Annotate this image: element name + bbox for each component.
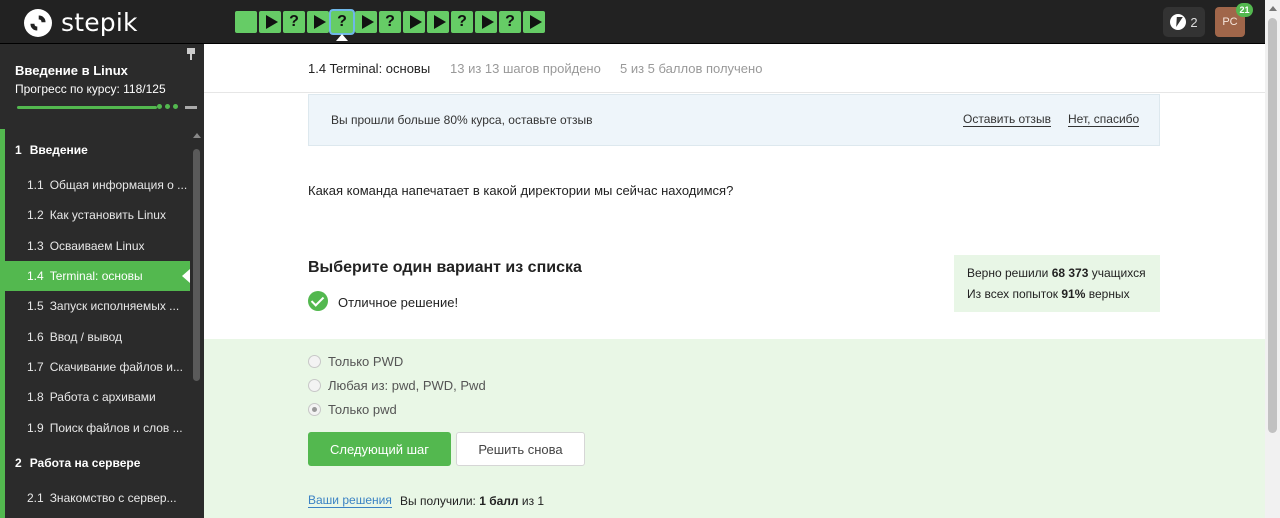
sidebar-lesson-item[interactable]: 1.9 Поиск файлов и слов ... <box>5 412 190 442</box>
lesson-score: 5 из 5 баллов получено <box>620 61 763 76</box>
sidebar-section-title[interactable]: 1 Введение <box>5 129 190 170</box>
step-video-icon[interactable] <box>475 11 497 33</box>
step-video-icon[interactable] <box>355 11 377 33</box>
progress-dots <box>157 104 181 109</box>
step-quiz-icon[interactable]: ? <box>451 11 473 33</box>
sidebar-lesson-item[interactable]: 1.2 Как установить Linux <box>5 200 190 230</box>
sidebar-lesson-item[interactable]: 1.7 Скачивание файлов и... <box>5 352 190 382</box>
pin-icon[interactable] <box>187 48 195 60</box>
progress-remaining <box>185 106 197 109</box>
scroll-up-arrow-icon[interactable] <box>1269 6 1277 11</box>
score-result: Вы получили: 1 балл из 1 <box>400 494 545 508</box>
quiz-stats: Верно решили 68 373 учащихся Из всех поп… <box>954 255 1160 312</box>
radio-button[interactable] <box>308 379 321 392</box>
check-icon <box>308 291 328 311</box>
main-content: 1.4 Terminal: основы 13 из 13 шагов прой… <box>204 44 1265 518</box>
step-video-icon[interactable] <box>523 11 545 33</box>
course-header: Введение в Linux Прогресс по курсу: 118/… <box>5 44 204 129</box>
next-step-button[interactable]: Следующий шаг <box>308 432 451 466</box>
sidebar-section-title[interactable]: 2 Работа на сервере <box>5 443 190 483</box>
radio-button[interactable] <box>308 355 321 368</box>
sidebar-lesson-item[interactable]: 1.3 Осваиваем Linux <box>5 231 190 261</box>
streak-count: 2 <box>1190 14 1198 30</box>
answers-panel: Только PWD Любая из: pwd, PWD, Pwd Тольк… <box>204 339 1265 518</box>
lesson-title: 1.4 Terminal: основы <box>308 61 431 76</box>
streak-button[interactable]: 2 <box>1163 7 1205 37</box>
radio-button-checked[interactable] <box>308 403 321 416</box>
option-only-upper-pwd[interactable]: Только PWD <box>308 354 403 369</box>
lesson-steps-progress: 13 из 13 шагов пройдено <box>450 61 601 76</box>
step-quiz-icon[interactable]: ? <box>283 11 305 33</box>
sidebar-lesson-item[interactable]: 1.8 Работа с архивами <box>5 382 190 412</box>
sidebar-scroll-thumb[interactable] <box>193 149 200 381</box>
option-any-pwd[interactable]: Любая из: pwd, PWD, Pwd <box>308 378 486 393</box>
page-scrollbar[interactable] <box>1265 0 1280 518</box>
sidebar-lesson-item[interactable]: 1.5 Запуск исполняемых ... <box>5 291 190 321</box>
sidebar-lesson-item[interactable]: 1.6 Ввод / вывод <box>5 321 190 351</box>
quiz-title: Выберите один вариант из списка <box>308 259 582 276</box>
attempts-stat: Из всех попыток 91% верных <box>967 287 1130 301</box>
lightning-icon <box>1170 14 1187 30</box>
step-navigation: ????? <box>235 9 547 41</box>
step-quiz-icon[interactable]: ? <box>379 11 401 33</box>
course-title[interactable]: Введение в Linux <box>15 63 128 78</box>
your-solutions-link[interactable]: Ваши решения <box>308 494 392 508</box>
question-text: Какая команда напечатает в какой директо… <box>308 183 734 198</box>
step-video-icon[interactable] <box>403 11 425 33</box>
lesson-list: 1 Введение 1.1 Общая информация о ... 1.2 Как… <box>5 129 190 513</box>
leave-review-link[interactable]: Оставить отзыв <box>963 113 1051 127</box>
sidebar-lesson-item[interactable]: 2.1 Знакомство с сервер... <box>5 483 190 513</box>
stepik-logo[interactable]: stepik <box>24 8 138 37</box>
solved-stat: Верно решили 68 373 учащихся <box>967 266 1146 280</box>
top-bar: stepik ????? 2 РС 21 <box>0 0 1280 44</box>
scroll-up-arrow-icon[interactable] <box>193 133 201 138</box>
notification-badge: 21 <box>1236 3 1253 17</box>
step-video-icon[interactable] <box>259 11 281 33</box>
sidebar-scrollbar[interactable] <box>192 133 201 383</box>
step-quiz-icon[interactable]: ? <box>499 11 521 33</box>
course-progress-bar <box>17 106 157 109</box>
step-text-icon[interactable] <box>235 11 257 33</box>
feedback-banner: Вы прошли больше 80% курса, оставьте отз… <box>308 94 1160 146</box>
option-only-lower-pwd[interactable]: Только pwd <box>308 402 397 417</box>
stepik-logo-icon <box>24 8 52 37</box>
course-sidebar: Введение в Linux Прогресс по курсу: 118/… <box>0 44 204 518</box>
step-video-icon[interactable] <box>427 11 449 33</box>
logo-text: stepik <box>61 8 138 37</box>
sidebar-lesson-item[interactable]: 1.4 Terminal: основы <box>5 260 190 292</box>
step-video-icon[interactable] <box>307 11 329 33</box>
page-scroll-thumb[interactable] <box>1268 18 1277 433</box>
success-message: Отличное решение! <box>338 295 459 310</box>
lesson-header: 1.4 Terminal: основы 13 из 13 шагов прой… <box>204 44 1265 93</box>
solve-again-button[interactable]: Решить снова <box>456 432 585 466</box>
step-quiz-icon[interactable]: ? <box>329 9 355 41</box>
feedback-text: Вы прошли больше 80% курса, оставьте отз… <box>331 113 593 127</box>
no-thanks-link[interactable]: Нет, спасибо <box>1068 113 1140 127</box>
course-progress-text: Прогресс по курсу: 118/125 <box>15 82 166 96</box>
sidebar-lesson-item[interactable]: 1.1 Общая информация о ... <box>5 170 190 200</box>
